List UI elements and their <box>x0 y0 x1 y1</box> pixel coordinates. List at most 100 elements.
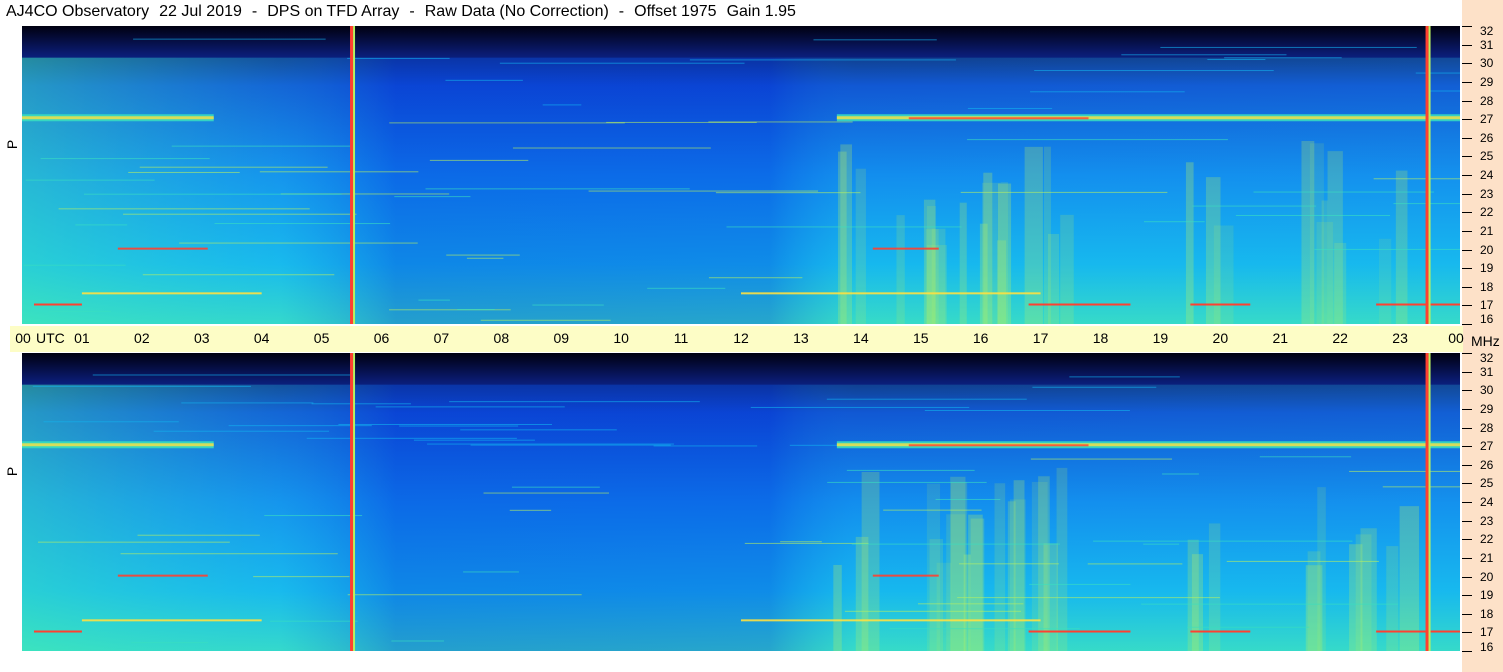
interference-line <box>483 492 610 494</box>
utc-tick-label: 05 <box>313 330 330 346</box>
utc-tick-label: 13 <box>793 330 809 346</box>
title-segment: 22 Jul 2019 <box>159 3 242 20</box>
frequency-tick-label: 28 <box>1480 420 1494 435</box>
interference-line <box>153 430 330 432</box>
frequency-tick-label: 32 <box>1480 351 1494 365</box>
frequency-tick-label: 28 <box>1480 93 1494 108</box>
band-17mhz <box>1190 303 1251 306</box>
frequency-tick-label: 26 <box>1480 457 1494 472</box>
interference-line <box>480 319 611 321</box>
band-27mhz-peak <box>908 444 1089 447</box>
frequency-tick-label: 19 <box>1480 261 1494 276</box>
utc-tick-label: 08 <box>493 330 510 346</box>
emission-column <box>929 539 944 651</box>
band-17mhz <box>33 303 82 306</box>
utc-marker-line <box>1425 353 1429 651</box>
chart-title: AJ4CO Observatory 22 Jul 2019- DPS on TFD … <box>6 3 806 21</box>
interference-line <box>542 104 582 106</box>
interference-line <box>1087 563 1183 565</box>
frequency-tick-label: 30 <box>1480 383 1494 398</box>
frequency-tick-mark <box>1462 100 1472 102</box>
interference-line <box>1253 191 1434 193</box>
interference-line <box>83 193 342 195</box>
utc-tick-label: 19 <box>1152 330 1169 346</box>
interference-line <box>726 226 962 228</box>
utc-tick-label: 15 <box>912 330 929 346</box>
interference-line <box>935 498 1001 500</box>
interference-line <box>306 437 517 439</box>
frequency-tick-mark <box>1462 156 1472 158</box>
interference-line <box>457 308 495 310</box>
interference-line <box>466 257 504 259</box>
frequency-tick-mark <box>1462 268 1472 270</box>
frequency-tick-mark <box>1462 390 1472 392</box>
frequency-tick-label: 25 <box>1480 149 1494 164</box>
frequency-tick-mark <box>1462 632 1472 634</box>
interference-line <box>418 299 450 301</box>
title-separator: - <box>251 3 258 20</box>
interference-line <box>1030 91 1185 93</box>
interference-line <box>427 443 674 445</box>
interference-line <box>889 628 1080 630</box>
utc-marker-line <box>1425 26 1429 324</box>
interference-line <box>1235 214 1391 216</box>
interference-line <box>957 597 1220 599</box>
band-17mhz <box>1028 630 1131 633</box>
interference-line <box>1415 72 1460 74</box>
frequency-tick-label: 20 <box>1480 242 1494 257</box>
interference-line <box>1314 248 1460 250</box>
interference-line <box>58 208 310 210</box>
interference-line <box>780 541 822 543</box>
frequency-tick-mark <box>1462 502 1472 503</box>
interference-line <box>1121 54 1287 56</box>
interference-line <box>708 121 853 123</box>
frequency-tick-mark <box>1462 595 1472 597</box>
utc-tick-label: 20 <box>1212 330 1229 346</box>
interference-line <box>43 421 179 423</box>
emission-column <box>1191 554 1204 651</box>
utc-tick-label: 12 <box>733 330 749 346</box>
frequency-tick-label: 24 <box>1480 495 1494 509</box>
frequency-tick-mark <box>1462 464 1472 466</box>
interference-line <box>37 541 230 543</box>
interference-line <box>967 139 1228 141</box>
band-17mhz <box>1376 630 1460 633</box>
emission-column <box>926 205 936 324</box>
frequency-tick-label: 20 <box>1480 569 1494 584</box>
frequency-tick-mark <box>1462 119 1472 121</box>
frequency-tick-mark <box>1462 427 1472 429</box>
interference-line <box>23 264 126 266</box>
emission-column <box>1317 487 1326 651</box>
interference-line <box>449 401 700 403</box>
interference-line <box>827 481 987 483</box>
band-17-7mhz <box>81 619 262 622</box>
band-27mhz-core <box>22 443 214 447</box>
utc-unit-label: UTC <box>36 330 65 346</box>
emission-column <box>1355 534 1372 651</box>
interference-line <box>1143 543 1180 545</box>
interference-line <box>470 444 671 446</box>
frequency-tick-label: 27 <box>1480 112 1494 127</box>
utc-marker-line-edge <box>1428 353 1431 651</box>
interference-line <box>338 423 553 425</box>
emission-column <box>1060 214 1074 324</box>
rcp-spectrogram <box>22 26 1460 324</box>
utc-tick-label: 18 <box>1092 330 1109 346</box>
title-segment: Offset 1975 <box>634 3 717 20</box>
utc-marker-line <box>350 353 354 651</box>
emission-column <box>959 202 967 324</box>
frequency-tick-label: 18 <box>1480 279 1494 294</box>
frequency-tick-mark <box>1462 305 1472 307</box>
emission-column <box>1185 162 1194 324</box>
interference-line <box>744 542 869 544</box>
interference-line <box>1224 57 1342 59</box>
interference-line <box>48 310 112 312</box>
interference-line <box>883 509 982 511</box>
interference-line <box>844 610 1021 612</box>
emission-column <box>1327 151 1343 324</box>
frequency-tick-label: 32 <box>1480 24 1494 38</box>
frequency-tick-label: 23 <box>1480 186 1494 201</box>
interference-line <box>1186 626 1310 628</box>
interference-line <box>413 439 535 441</box>
band-27mhz-peak <box>908 117 1089 120</box>
